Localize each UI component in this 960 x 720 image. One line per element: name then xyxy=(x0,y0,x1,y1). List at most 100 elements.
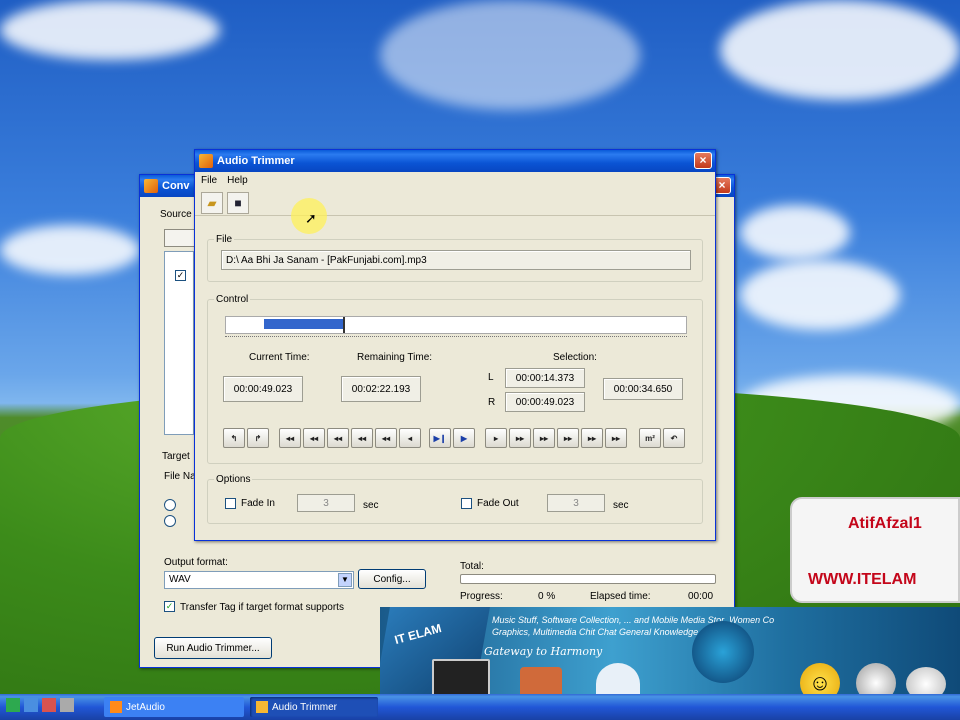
transfer-tag-checkbox[interactable]: ✓ xyxy=(164,601,175,612)
seek-back-button-4[interactable]: ◂◂ xyxy=(351,428,373,448)
transfer-tag-label: Transfer Tag if target format supports xyxy=(180,602,344,613)
timeline-ticks xyxy=(225,336,687,340)
selection-length-display: 00:00:34.650 xyxy=(603,378,683,400)
progress-label: Progress: xyxy=(460,591,503,602)
app-icon xyxy=(144,179,158,193)
source-label: Source xyxy=(160,209,192,220)
current-time-label: Current Time: xyxy=(249,352,310,363)
output-format-select[interactable]: WAV ▼ xyxy=(164,571,354,589)
total-progress-bar xyxy=(460,574,716,584)
selection-range[interactable] xyxy=(264,319,343,329)
fade-out-checkbox[interactable] xyxy=(461,498,472,509)
seek-back-button-1[interactable]: ◂◂ xyxy=(279,428,301,448)
seek-forward-button-3[interactable]: ▸▸ xyxy=(533,428,555,448)
audio-trimmer-close-button[interactable]: × xyxy=(694,152,712,169)
progress-value: 0 % xyxy=(538,591,556,602)
fade-in-label: Fade In xyxy=(241,498,275,509)
radio-option-1[interactable] xyxy=(164,499,176,511)
selection-r-display[interactable]: 00:00:49.023 xyxy=(505,392,585,412)
total-label: Total: xyxy=(460,561,484,572)
radio-option-2[interactable] xyxy=(164,515,176,527)
fade-in-checkbox[interactable] xyxy=(225,498,236,509)
target-label: Target xyxy=(162,451,190,462)
file-group-legend: File xyxy=(216,234,233,245)
play-button[interactable]: ▶ xyxy=(453,428,475,448)
remaining-time-value: 00:02:22.193 xyxy=(351,383,411,395)
fade-out-label: Fade Out xyxy=(477,498,519,509)
selection-r-label: R xyxy=(488,397,496,408)
fade-in-value: 3 xyxy=(323,497,329,509)
file-name-label: File Na xyxy=(164,471,196,482)
config-button[interactable]: Config... xyxy=(358,569,426,589)
taskbar-item-jetaudio-label: JetAudio xyxy=(126,701,165,713)
options-group-legend: Options xyxy=(216,474,251,485)
source-list[interactable]: ✓ xyxy=(164,251,194,435)
seek-back-button-5[interactable]: ◂◂ xyxy=(375,428,397,448)
audio-trimmer-window[interactable]: Audio Trimmer × File Help ▰ ■ ➚ File D:\… xyxy=(194,149,716,541)
selection-l-value: 00:00:14.373 xyxy=(515,372,575,384)
elapsed-label: Elapsed time: xyxy=(590,591,651,602)
fade-in-sec-label: sec xyxy=(363,500,379,511)
chevron-down-icon[interactable]: ▼ xyxy=(338,573,352,587)
quick-launch xyxy=(6,698,74,712)
menu-help[interactable]: Help xyxy=(227,175,248,186)
source-list-checkbox[interactable]: ✓ xyxy=(175,270,186,281)
seek-forward-button-4[interactable]: ▸▸ xyxy=(557,428,579,448)
laptop-icon xyxy=(432,659,490,699)
audio-trimmer-titlebar[interactable]: Audio Trimmer xyxy=(195,150,715,172)
quick-launch-icon-2[interactable] xyxy=(24,698,38,712)
current-time-display: 00:00:49.023 xyxy=(223,376,303,402)
selection-label: Selection: xyxy=(553,352,597,363)
fade-in-spinner[interactable]: 3 xyxy=(297,494,355,512)
save-icon: ■ xyxy=(234,196,242,210)
globe-emblem-icon xyxy=(692,621,754,683)
set-left-marker-button[interactable]: ↰ xyxy=(223,428,245,448)
remaining-time-label: Remaining Time: xyxy=(357,352,433,363)
seek-forward-button-1[interactable]: ▸ xyxy=(485,428,507,448)
open-folder-icon: ▰ xyxy=(207,196,217,210)
taskbar-item-jetaudio[interactable]: JetAudio xyxy=(104,697,244,717)
run-audio-trimmer-label: Run Audio Trimmer... xyxy=(166,642,260,654)
control-group-legend: Control xyxy=(216,294,249,305)
zoom-button[interactable]: m² xyxy=(639,428,661,448)
undo-button[interactable]: ↶ xyxy=(663,428,685,448)
seek-forward-button-2[interactable]: ▸▸ xyxy=(509,428,531,448)
seek-back-button-6[interactable]: ◂ xyxy=(399,428,421,448)
taskbar-item-audio-trimmer-label: Audio Trimmer xyxy=(272,701,338,713)
waveform-track[interactable] xyxy=(225,316,687,334)
quick-launch-icon-3[interactable] xyxy=(42,698,56,712)
output-format-label: Output format: xyxy=(164,557,228,568)
play-selection-button[interactable]: ▶❙ xyxy=(429,428,451,448)
watermark-box: AtifAfzal1 WWW.ITELAM xyxy=(790,497,960,603)
watermark-url: WWW.ITELAM xyxy=(808,571,917,588)
cloud xyxy=(720,0,960,100)
converter-title: Conv xyxy=(162,180,190,192)
open-folder-button[interactable]: ▰ xyxy=(201,192,223,214)
cloud xyxy=(0,0,220,60)
menu-file[interactable]: File xyxy=(201,175,217,186)
save-button[interactable]: ■ xyxy=(227,192,249,214)
selection-length-value: 00:00:34.650 xyxy=(613,383,673,395)
audio-trimmer-task-icon xyxy=(256,701,268,713)
watermark-name: AtifAfzal1 xyxy=(848,515,922,532)
playback-cursor[interactable] xyxy=(343,317,345,333)
remaining-time-display: 00:02:22.193 xyxy=(341,376,421,402)
fade-out-sec-label: sec xyxy=(613,500,629,511)
seek-back-button-3[interactable]: ◂◂ xyxy=(327,428,349,448)
fade-out-spinner[interactable]: 3 xyxy=(547,494,605,512)
seek-forward-button-5[interactable]: ▸▸ xyxy=(581,428,603,448)
set-right-marker-button[interactable]: ↱ xyxy=(247,428,269,448)
quick-launch-icon-4[interactable] xyxy=(60,698,74,712)
taskbar-item-audio-trimmer[interactable]: Audio Trimmer xyxy=(250,697,378,717)
jetaudio-icon xyxy=(110,701,122,713)
selection-l-display[interactable]: 00:00:14.373 xyxy=(505,368,585,388)
file-path-field[interactable]: D:\ Aa Bhi Ja Sanam - [PakFunjabi.com].m… xyxy=(221,250,691,270)
quick-launch-icon-1[interactable] xyxy=(6,698,20,712)
seek-forward-button-6[interactable]: ▸▸ xyxy=(605,428,627,448)
cloud xyxy=(380,0,640,110)
file-path: D:\ Aa Bhi Ja Sanam - [PakFunjabi.com].m… xyxy=(226,254,427,266)
source-dropdown[interactable] xyxy=(164,229,196,247)
run-audio-trimmer-button[interactable]: Run Audio Trimmer... xyxy=(154,637,272,659)
selection-r-value: 00:00:49.023 xyxy=(515,396,575,408)
seek-back-button-2[interactable]: ◂◂ xyxy=(303,428,325,448)
